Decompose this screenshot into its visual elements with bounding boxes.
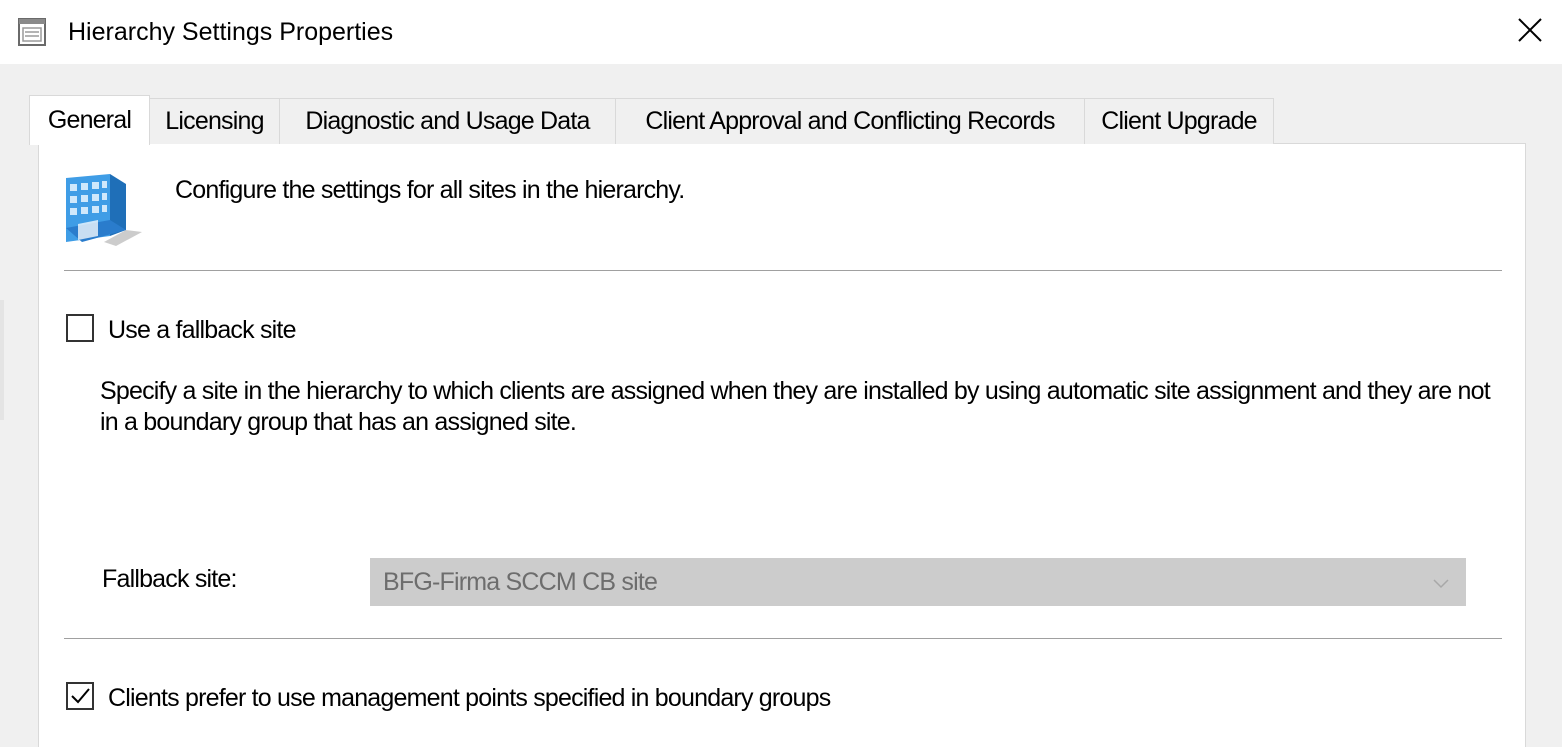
properties-window-icon	[16, 16, 48, 48]
tab-panel-general	[38, 143, 1526, 747]
fallback-description: Specify a site in the hierarchy to which…	[100, 377, 1491, 436]
tab-strip: General Licensing Diagnostic and Usage D…	[29, 95, 1274, 145]
fallback-site-value: BFG-Firma SCCM CB site	[383, 568, 658, 596]
fallback-site-select[interactable]: BFG-Firma SCCM CB site	[370, 558, 1466, 606]
separator	[64, 270, 1502, 272]
tab-general[interactable]: General	[29, 95, 150, 145]
use-fallback-site-label[interactable]: Use a fallback site	[108, 316, 296, 345]
close-icon	[1517, 17, 1543, 48]
title-bar[interactable]: Hierarchy Settings Properties	[0, 0, 1562, 64]
use-fallback-site-checkbox[interactable]	[66, 314, 94, 342]
properties-dialog: Hierarchy Settings Properties General Li…	[0, 0, 1562, 747]
tab-label: Client Approval and Conflicting Records	[645, 107, 1055, 135]
tab-label: Licensing	[165, 107, 264, 135]
separator	[64, 638, 1502, 640]
tab-client-upgrade[interactable]: Client Upgrade	[1084, 98, 1274, 144]
prefer-management-points-checkbox[interactable]	[66, 682, 94, 710]
tab-label: Client Upgrade	[1101, 107, 1257, 135]
close-button[interactable]	[1498, 0, 1562, 64]
window-edge	[0, 300, 4, 420]
page-description: Configure the settings for all sites in …	[175, 176, 685, 204]
fallback-site-label: Fallback site:	[102, 565, 237, 593]
window-title: Hierarchy Settings Properties	[68, 18, 394, 46]
tab-diagnostic-and-usage-data[interactable]: Diagnostic and Usage Data	[279, 98, 616, 144]
tab-client-approval[interactable]: Client Approval and Conflicting Records	[615, 98, 1085, 144]
tab-label: Diagnostic and Usage Data	[305, 107, 590, 135]
chevron-down-icon	[1431, 573, 1451, 593]
tab-label: General	[47, 106, 132, 134]
tab-licensing[interactable]: Licensing	[149, 98, 280, 144]
prefer-management-points-label[interactable]: Clients prefer to use management points …	[108, 684, 831, 713]
hierarchy-building-icon	[64, 172, 144, 248]
